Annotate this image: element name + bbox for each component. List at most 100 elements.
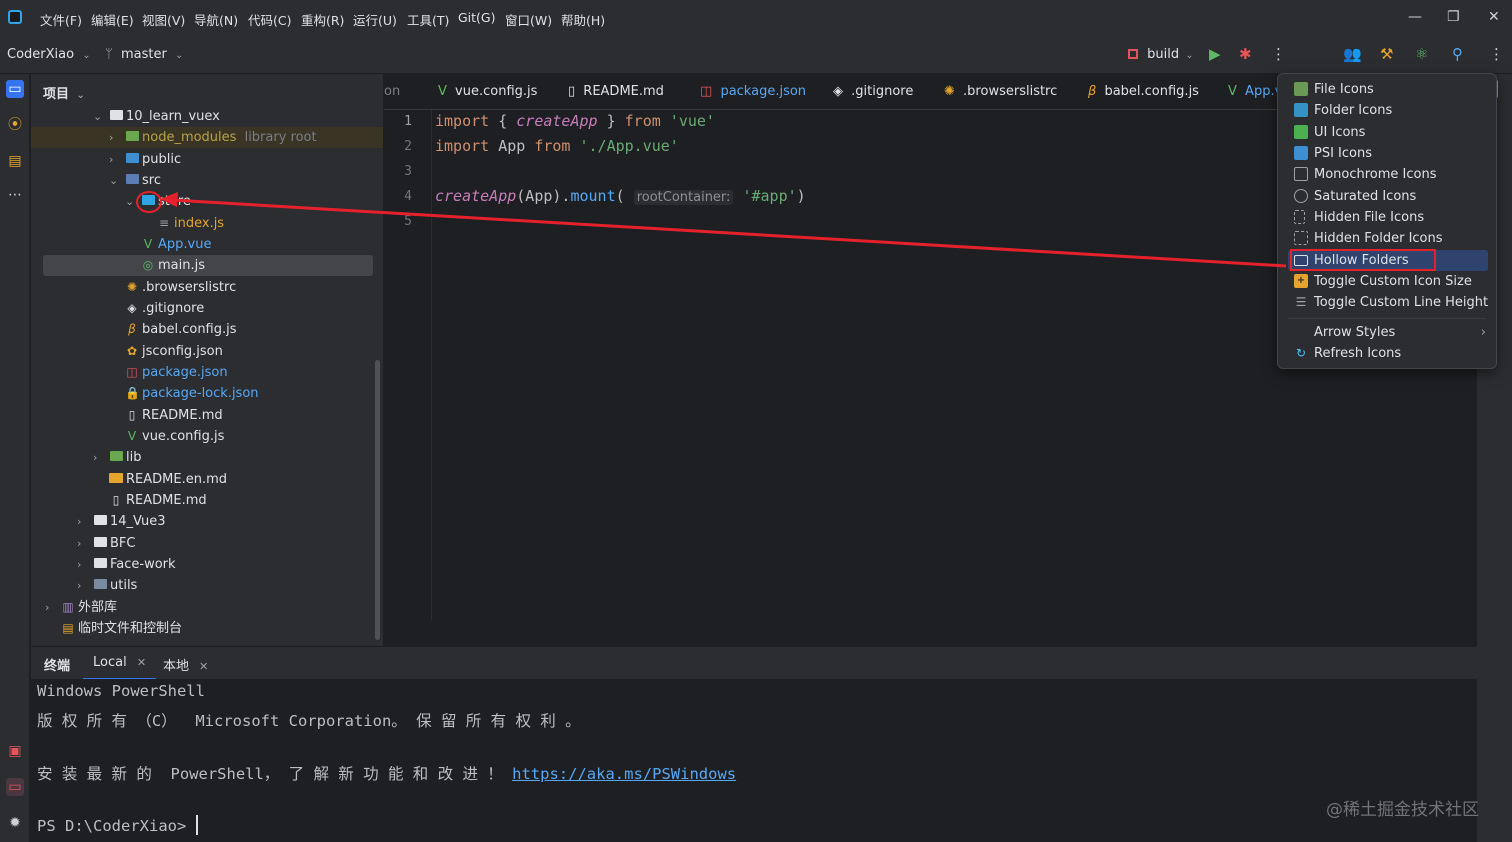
tree-row-14-vue3[interactable]: › 14_Vue3	[31, 511, 383, 532]
terminal-output[interactable]: Windows PowerShell 版 权 所 有 （C） Microsoft…	[31, 679, 1477, 842]
more-vertical-icon[interactable]: ⋮	[1271, 45, 1286, 63]
tree-row-babel-config[interactable]: β babel.config.js	[31, 319, 383, 340]
commit-tool-icon[interactable]: ⦿	[6, 116, 24, 134]
tree-row-bfc[interactable]: › BFC	[31, 533, 383, 554]
tab-partial[interactable]: on	[384, 84, 400, 99]
menu-file[interactable]: 文件(F)	[40, 10, 82, 29]
collaborate-icon[interactable]: 👥	[1343, 45, 1362, 63]
chevron-down-icon[interactable]: ⌄	[109, 170, 121, 191]
project-switcher[interactable]: CoderXiao ⌄	[7, 47, 91, 62]
menu-refactor[interactable]: 重构(R)	[301, 10, 344, 29]
chevron-right-icon[interactable]: ›	[109, 149, 121, 170]
terminal-tab-bendi[interactable]: 本地 ✕	[153, 655, 218, 674]
tree-row-store[interactable]: ⌄ store	[31, 191, 383, 212]
tree-row-lib[interactable]: › lib	[31, 447, 383, 468]
tree-row-public[interactable]: › public	[31, 149, 383, 170]
close-icon[interactable]: ✕	[199, 660, 208, 673]
menu-navigate[interactable]: 导航(N)	[194, 10, 238, 29]
tab-gitignore[interactable]: ◈ .gitignore	[833, 84, 913, 99]
menu-item-arrow-styles[interactable]: Arrow Styles ›	[1288, 322, 1486, 343]
tree-row-package-json[interactable]: ◫ package.json	[31, 362, 383, 383]
menu-item-toggle-icon-size[interactable]: + Toggle Custom Icon Size	[1288, 271, 1486, 292]
tab-vue-config[interactable]: V vue.config.js	[438, 84, 537, 99]
search-icon[interactable]: ⚲	[1452, 45, 1463, 63]
tree-row-readme-en[interactable]: README.en.md	[31, 469, 383, 490]
chevron-right-icon[interactable]: ›	[93, 447, 105, 468]
tab-browserslistrc[interactable]: ✺ .browserslistrc	[944, 84, 1057, 99]
terminal-link[interactable]: https://aka.ms/PSWindows	[512, 765, 736, 783]
annotation-highlight-box	[1290, 249, 1436, 271]
menu-item-hollow-folders[interactable]: Hollow Folders	[1288, 249, 1488, 271]
close-icon[interactable]: ✕	[137, 656, 146, 669]
tab-label: .browserslistrc	[963, 84, 1058, 99]
tree-row-app-vue[interactable]: V App.vue	[31, 234, 383, 255]
menu-git[interactable]: Git(G)	[458, 10, 496, 25]
more-tools-icon[interactable]: ⋯	[6, 186, 24, 204]
tree-row-face-work[interactable]: › Face-work	[31, 554, 383, 575]
tree-row-vue-config[interactable]: V vue.config.js	[31, 426, 383, 447]
tree-row-utils[interactable]: › utils	[31, 575, 383, 596]
tree-row-readme-root[interactable]: ▯ README.md	[31, 490, 383, 511]
menu-tools[interactable]: 工具(T)	[407, 10, 449, 29]
project-panel-header[interactable]: 项目 ⌄	[43, 83, 85, 102]
tab-app-vue[interactable]: V App.v	[1228, 84, 1280, 99]
tree-row-external-libs[interactable]: › ▥ 外部库	[31, 597, 383, 618]
structure-tool-icon[interactable]: ▤	[6, 152, 24, 170]
run-config-selector[interactable]: build ⌄	[1128, 47, 1194, 62]
tree-row-10-learn-vuex[interactable]: ⌄ 10_learn_vuex	[31, 106, 383, 127]
tab-package-json[interactable]: ◫ package.json	[700, 84, 806, 99]
bookmarks-icon[interactable]: ▣	[6, 742, 24, 760]
menu-item-hidden-file-icons[interactable]: Hidden File Icons	[1288, 207, 1486, 228]
project-tool-icon[interactable]: ▭	[6, 80, 24, 98]
menu-item-file-icons[interactable]: File Icons	[1288, 79, 1486, 100]
tree-row-package-lock[interactable]: 🔒 package-lock.json	[31, 383, 383, 404]
menu-edit[interactable]: 编辑(E)	[91, 10, 134, 29]
chevron-right-icon[interactable]: ›	[109, 127, 121, 148]
tree-row-browserslistrc[interactable]: ✺ .browserslistrc	[31, 277, 383, 298]
menu-item-monochrome-icons[interactable]: Monochrome Icons	[1288, 164, 1486, 185]
menu-item-toggle-line-height[interactable]: ☰ Toggle Custom Line Height	[1288, 292, 1488, 313]
debug-icon[interactable]: ✱	[1239, 45, 1252, 63]
tab-readme[interactable]: ▯ README.md	[568, 84, 664, 99]
tree-row-main-js[interactable]: ◎ main.js	[43, 255, 373, 276]
chevron-down-icon[interactable]: ⌄	[93, 106, 105, 127]
menu-run[interactable]: 运行(U)	[353, 10, 397, 29]
restore-button[interactable]: ❐	[1447, 9, 1460, 25]
terminal-tool-icon[interactable]: ▭	[6, 778, 24, 796]
menu-item-label: Arrow Styles	[1314, 325, 1396, 340]
menu-code[interactable]: 代码(C)	[248, 10, 291, 29]
branch-switcher[interactable]: ᛘ master ⌄	[105, 47, 183, 62]
chevron-right-icon[interactable]: ›	[77, 554, 89, 575]
minimize-button[interactable]: —	[1408, 9, 1422, 25]
tree-row-scratches[interactable]: ▤ 临时文件和控制台	[31, 618, 383, 639]
chevron-right-icon[interactable]: ›	[45, 597, 57, 618]
problems-icon[interactable]: ✹	[6, 814, 24, 832]
chevron-down-icon[interactable]: ⌄	[125, 191, 137, 212]
menu-window[interactable]: 窗口(W)	[505, 10, 552, 29]
menu-item-psi-icons[interactable]: PSI Icons	[1288, 143, 1486, 164]
menu-help[interactable]: 帮助(H)	[561, 10, 605, 29]
tree-row-src[interactable]: ⌄ src	[31, 170, 383, 191]
ai-assistant-icon[interactable]: ⚛	[1415, 45, 1428, 63]
tree-row-readme[interactable]: ▯ README.md	[31, 405, 383, 426]
menu-item-ui-icons[interactable]: UI Icons	[1288, 122, 1486, 143]
tree-row-node-modules[interactable]: › node_modules library root	[31, 127, 383, 148]
menu-item-hidden-folder-icons[interactable]: Hidden Folder Icons	[1288, 228, 1486, 249]
tree-row-jsconfig[interactable]: ✿ jsconfig.json	[31, 341, 383, 362]
app-logo-icon[interactable]	[8, 10, 22, 24]
tree-row-index-js[interactable]: ≡ index.js	[31, 213, 383, 234]
tools-icon[interactable]: ⚒	[1380, 45, 1393, 63]
menu-view[interactable]: 视图(V)	[142, 10, 185, 29]
tab-babel-config[interactable]: β babel.config.js	[1088, 84, 1199, 99]
menu-item-saturated-icons[interactable]: Saturated Icons	[1288, 186, 1486, 207]
tree-row-gitignore[interactable]: ◈ .gitignore	[31, 298, 383, 319]
terminal-tab-local[interactable]: Local ✕	[83, 647, 157, 680]
run-icon[interactable]: ▶	[1209, 45, 1221, 63]
close-button[interactable]: ✕	[1488, 9, 1500, 25]
menu-item-folder-icons[interactable]: Folder Icons	[1288, 100, 1486, 121]
chevron-right-icon[interactable]: ›	[77, 575, 89, 596]
menu-item-refresh-icons[interactable]: ↻ Refresh Icons	[1288, 343, 1486, 364]
chevron-right-icon[interactable]: ›	[77, 511, 89, 532]
settings-more-icon[interactable]: ⋮	[1489, 45, 1504, 63]
chevron-right-icon[interactable]: ›	[77, 533, 89, 554]
